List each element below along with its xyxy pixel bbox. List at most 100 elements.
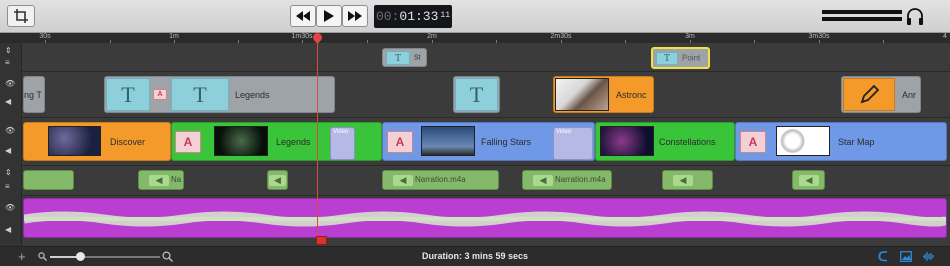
headphones-icon[interactable] [906, 8, 924, 25]
pdf-thumbnail: A [175, 131, 201, 153]
image-thumbnail [555, 78, 609, 111]
playhead[interactable] [317, 37, 318, 242]
title-t-icon: T [455, 78, 498, 111]
crop-button[interactable] [7, 5, 35, 27]
video-clip[interactable]: Constellations [595, 122, 735, 161]
track-header-video: 👁 ◀ [0, 117, 22, 165]
timeline-ruler[interactable]: 30s 1m 1m30s 2m 2m30s 3m 3m30s 4 [0, 33, 950, 43]
pdf-thumbnail: A [387, 131, 413, 153]
eye-icon[interactable]: 👁 [5, 126, 15, 135]
video-clip-label: Falling Stars [481, 136, 532, 147]
music-clip[interactable] [23, 198, 947, 238]
timeline-tracks: ⇕ ≡ 👁 ◀ 👁 ◀ ⇕ ≡ 👁 ◀ T St T Point ng T T … [0, 43, 950, 246]
timecode-main: 01:33 [399, 9, 439, 24]
crop-icon [14, 9, 28, 23]
video-thumbnail [600, 126, 654, 156]
pencil-icon [843, 78, 895, 111]
waveform-icon[interactable] [922, 251, 935, 262]
video-clip[interactable]: A Falling Stars Video [382, 122, 595, 161]
audio-clip-label: Na [171, 175, 182, 184]
menu-icon[interactable]: ≡ [5, 182, 10, 191]
title-clip[interactable]: T A T Legends [104, 76, 335, 113]
title-clip[interactable]: T St [382, 48, 427, 67]
speaker-icon: ◀ [393, 175, 413, 186]
playhead-handle-bottom[interactable] [316, 236, 327, 245]
rewind-button[interactable] [290, 5, 316, 27]
track-header-titles-small: ⇕ ≡ [0, 43, 22, 71]
timecode-frames: 11 [440, 11, 451, 20]
video-thumbnail [214, 126, 268, 156]
title-clip-label: St [414, 54, 421, 61]
title-thumbnail: A [153, 89, 167, 100]
audio-clip[interactable]: ◀ [792, 170, 825, 190]
video-clip-label: Star Map [838, 136, 875, 147]
pdf-thumbnail: A [740, 131, 766, 153]
speaker-icon[interactable]: ◀ [5, 225, 11, 234]
rewind-icon [296, 11, 310, 21]
chevron-updown-icon[interactable]: ⇕ [5, 168, 12, 177]
speaker-icon: ◀ [799, 175, 819, 186]
image-icon[interactable] [900, 251, 912, 262]
title-t-icon: T [386, 51, 410, 65]
video-clip-label: Legends [276, 136, 311, 147]
track-header-music: 👁 ◀ [0, 195, 22, 246]
ruler-label: 30s [39, 33, 51, 40]
video-thumbnail [48, 126, 101, 156]
title-clip-label: ng T [24, 89, 42, 100]
image-clip[interactable]: Astronc [553, 76, 654, 113]
title-clip-label: Legends [235, 89, 270, 100]
track-header-titles-large: 👁 ◀ [0, 71, 22, 117]
title-clip[interactable]: T [453, 76, 500, 113]
bottom-bar: + Duration: 3 mins 59 secs ᑕ [0, 246, 950, 266]
video-clip[interactable]: A Star Map [735, 122, 947, 161]
video-clip-label: Discover [110, 136, 146, 147]
duration-label: Duration: 3 mins 59 secs [421, 251, 529, 261]
chevron-updown-icon[interactable]: ⇕ [5, 46, 12, 55]
title-clip-label: Anr [902, 89, 917, 100]
lane-divider [22, 117, 950, 118]
title-clip[interactable]: ng T [23, 76, 45, 113]
music-waveform [24, 211, 946, 227]
speaker-icon: ◀ [673, 175, 693, 186]
video-badge: Video [553, 127, 593, 160]
track-header-audio: ⇕ ≡ [0, 165, 22, 195]
lane-divider [22, 71, 950, 72]
video-badge-label: Video [556, 129, 572, 135]
title-clip-label: Point [682, 53, 701, 63]
menu-icon[interactable]: ≡ [5, 58, 10, 67]
fast-forward-icon [348, 11, 362, 21]
speaker-icon: ◀ [533, 175, 553, 186]
audio-clip[interactable]: ◀ Narration.m4a [382, 170, 499, 190]
volume-meter [822, 10, 902, 22]
ruler-label: 3m30s [808, 33, 830, 40]
audio-clip-label: Narration.m4a [555, 175, 606, 184]
eye-icon[interactable]: 👁 [5, 79, 15, 88]
volume-meter-left [822, 10, 902, 14]
eye-icon[interactable]: 👁 [5, 203, 15, 212]
audio-clip[interactable]: ◀ [267, 170, 288, 190]
volume-meter-right [822, 17, 902, 21]
toolbar: 00: 01:33 11 [0, 0, 950, 33]
audio-clip-label: Narration.m4a [415, 175, 466, 184]
title-clip-selected[interactable]: T Point [651, 47, 710, 69]
audio-clip[interactable] [23, 170, 74, 190]
audio-clip[interactable]: ◀ Narration.m4a [522, 170, 612, 190]
ruler-label: 4 [943, 33, 947, 40]
speaker-icon[interactable]: ◀ [5, 146, 11, 155]
speaker-icon[interactable]: ◀ [5, 97, 11, 106]
magnet-icon[interactable]: ᑕ [878, 249, 888, 265]
timecode-hours: 00: [375, 9, 400, 24]
video-clip[interactable]: A Legends Video [171, 122, 382, 161]
lane-divider [22, 195, 950, 196]
ruler-label: 2m [427, 33, 437, 40]
fast-forward-button[interactable] [342, 5, 368, 27]
video-clip-label: Constellations [659, 136, 716, 147]
video-badge-label: Video [333, 129, 349, 135]
play-button[interactable] [316, 5, 342, 27]
audio-clip[interactable]: ◀ [662, 170, 713, 190]
video-clip[interactable]: Discover [23, 122, 171, 161]
title-clip[interactable]: Anr [841, 76, 921, 113]
audio-clip[interactable]: ◀ Na [138, 170, 184, 190]
title-t-icon: T [656, 52, 678, 65]
video-thumbnail [421, 126, 475, 156]
